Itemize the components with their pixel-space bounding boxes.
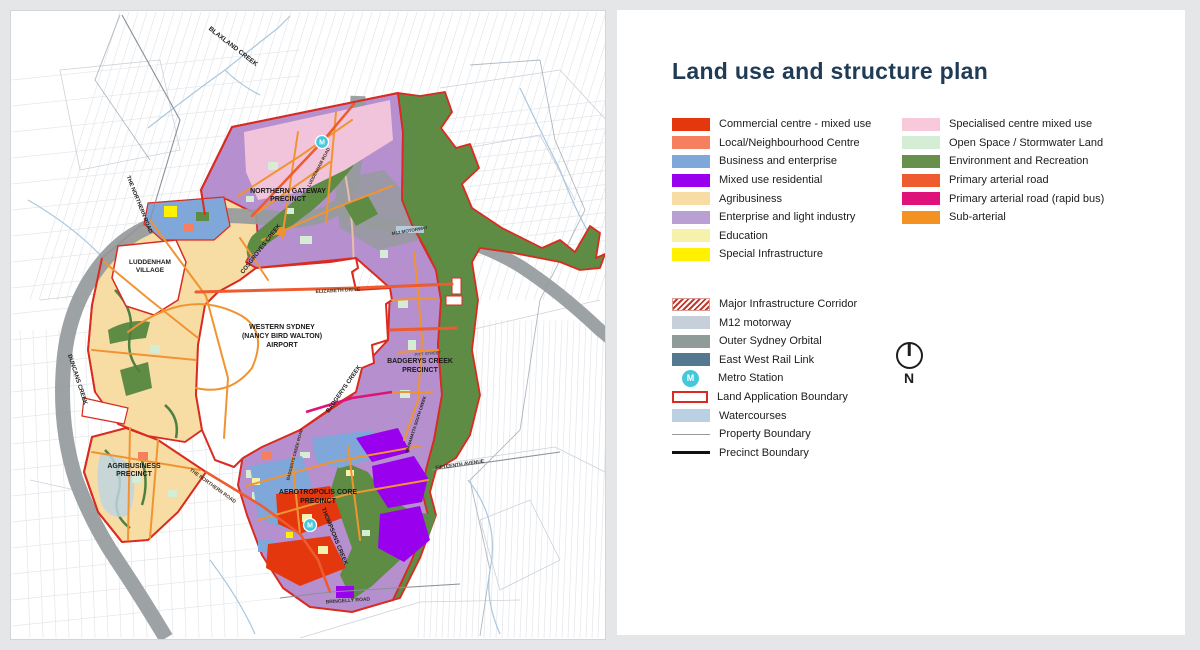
legend-label: Special Infrastructure bbox=[719, 248, 823, 260]
legend-label: Primary arterial road (rapid bus) bbox=[949, 193, 1104, 205]
watercourses-swatch bbox=[672, 409, 710, 422]
property-boundary-swatch bbox=[672, 434, 710, 435]
precinct-boundary-swatch bbox=[672, 451, 710, 454]
legend-label: Watercourses bbox=[719, 410, 786, 422]
legend-title: Land use and structure plan bbox=[672, 58, 1155, 85]
legend-label: Education bbox=[719, 230, 768, 242]
rapid-bus-swatch bbox=[902, 192, 940, 205]
legend-label: East West Rail Link bbox=[719, 354, 814, 366]
legend-item: Special Infrastructure bbox=[672, 245, 902, 264]
compass-icon bbox=[896, 342, 923, 369]
commercial-swatch bbox=[672, 118, 710, 131]
legend-label: Land Application Boundary bbox=[717, 391, 848, 403]
legend-item: Agribusiness bbox=[672, 189, 902, 208]
structure-plan-map: M M BLAXLAND CREEK THE NORTHERN ROAD NOR… bbox=[11, 11, 605, 639]
sub-arterial-swatch bbox=[902, 211, 940, 224]
page: { "legend": { "title": "Land use and str… bbox=[0, 0, 1200, 650]
land-use-legend: Commercial centre - mixed use Local/Neig… bbox=[672, 115, 1155, 264]
north-compass: N bbox=[889, 342, 929, 386]
svg-text:M: M bbox=[319, 140, 325, 147]
legend-item: Specialised centre mixed use bbox=[902, 115, 1155, 134]
legend-item: Education bbox=[672, 227, 902, 246]
legend-item: Property Boundary bbox=[672, 425, 1155, 444]
label-badgerys-precinct: BADGERYS CREEK bbox=[387, 358, 453, 365]
label-northern-gateway-2: PRECINCT bbox=[270, 196, 307, 203]
legend-item: Mixed use residential bbox=[672, 171, 902, 190]
legend-item: Environment and Recreation bbox=[902, 152, 1155, 171]
legend-label: Commercial centre - mixed use bbox=[719, 118, 871, 130]
legend-item: Open Space / Stormwater Land bbox=[902, 134, 1155, 153]
label-airport-3: AIRPORT bbox=[266, 342, 298, 349]
legend-item: Watercourses bbox=[672, 406, 1155, 425]
legend-label: Business and enterprise bbox=[719, 155, 837, 167]
legend-item: Major Infrastructure Corridor bbox=[672, 295, 1155, 314]
legend-label: Specialised centre mixed use bbox=[949, 118, 1092, 130]
metro-station-icon: M bbox=[682, 370, 699, 387]
label-airport-2: (NANCY BIRD WALTON) bbox=[242, 333, 322, 340]
business-swatch bbox=[672, 155, 710, 168]
label-agribusiness-2: PRECINCT bbox=[116, 471, 153, 478]
legend-item: Primary arterial road bbox=[902, 171, 1155, 190]
label-aerotropolis: AEROTROPOLIS CORE bbox=[279, 489, 358, 496]
legend-label: Primary arterial road bbox=[949, 174, 1049, 186]
legend-label: Environment and Recreation bbox=[949, 155, 1088, 167]
infrastructure-corridor-swatch bbox=[672, 298, 710, 311]
legend-label: M12 motorway bbox=[719, 317, 791, 329]
label-northern-gateway: NORTHERN GATEWAY bbox=[250, 188, 326, 195]
legend-label: Local/Neighbourhood Centre bbox=[719, 137, 860, 149]
environment-swatch bbox=[902, 155, 940, 168]
metro-station-aerotropolis: M bbox=[304, 519, 317, 532]
legend-label: Agribusiness bbox=[719, 193, 782, 205]
metro-station-northern: M bbox=[316, 136, 329, 149]
open-space-swatch bbox=[902, 136, 940, 149]
legend-label: Mixed use residential bbox=[719, 174, 822, 186]
legend-item: Business and enterprise bbox=[672, 152, 902, 171]
agribusiness-swatch bbox=[672, 192, 710, 205]
legend-label: Property Boundary bbox=[719, 428, 811, 440]
legend-label: Metro Station bbox=[718, 372, 783, 384]
legend-item: Primary arterial road (rapid bus) bbox=[902, 189, 1155, 208]
label-blaxland-creek: BLAXLAND CREEK bbox=[207, 25, 259, 68]
orbital-swatch bbox=[672, 335, 710, 348]
legend-label: Outer Sydney Orbital bbox=[719, 335, 822, 347]
legend-column-left: Commercial centre - mixed use Local/Neig… bbox=[672, 115, 902, 264]
m12-swatch bbox=[672, 316, 710, 329]
map-panel: M M BLAXLAND CREEK THE NORTHERN ROAD NOR… bbox=[10, 10, 606, 640]
local-centre-swatch bbox=[672, 136, 710, 149]
legend-label: Sub-arterial bbox=[949, 211, 1006, 223]
legend-column-right: Specialised centre mixed use Open Space … bbox=[902, 115, 1155, 264]
legend-label: Open Space / Stormwater Land bbox=[949, 137, 1103, 149]
legend-label: Major Infrastructure Corridor bbox=[719, 298, 857, 310]
application-boundary-swatch bbox=[672, 391, 708, 403]
local-centre-patch bbox=[138, 452, 148, 460]
label-aerotropolis-2: PRECINCT bbox=[300, 498, 337, 505]
specialised-centre-swatch bbox=[902, 118, 940, 131]
legend-item: M12 motorway bbox=[672, 313, 1155, 332]
legend-panel: Land use and structure plan Commercial c… bbox=[617, 10, 1185, 635]
legend-item: Sub-arterial bbox=[902, 208, 1155, 227]
legend-item: Local/Neighbourhood Centre bbox=[672, 134, 902, 153]
legend-label: Precinct Boundary bbox=[719, 447, 809, 459]
label-airport: WESTERN SYDNEY bbox=[249, 324, 315, 331]
legend-label: Enterprise and light industry bbox=[719, 211, 855, 223]
special-infrastructure-swatch bbox=[672, 248, 710, 261]
mixed-use-swatch bbox=[672, 174, 710, 187]
primary-arterial-swatch bbox=[902, 174, 940, 187]
enterprise-swatch bbox=[672, 211, 710, 224]
label-badgerys-precinct-2: PRECINCT bbox=[402, 367, 439, 374]
legend-item: Precinct Boundary bbox=[672, 444, 1155, 463]
education-swatch bbox=[672, 229, 710, 242]
svg-text:M: M bbox=[307, 523, 313, 530]
business-block-nw bbox=[144, 197, 230, 240]
compass-north-label: N bbox=[889, 370, 929, 386]
legend-item: Enterprise and light industry bbox=[672, 208, 902, 227]
legend-item: Commercial centre - mixed use bbox=[672, 115, 902, 134]
label-agribusiness: AGRIBUSINESS bbox=[107, 463, 161, 470]
label-luddenham-village: LUDDENHAM bbox=[129, 259, 171, 266]
label-luddenham-village-2: VILLAGE bbox=[136, 267, 165, 274]
rail-link-swatch bbox=[672, 353, 710, 366]
compass-needle-icon bbox=[908, 343, 911, 356]
legend-item: Land Application Boundary bbox=[672, 388, 1155, 407]
